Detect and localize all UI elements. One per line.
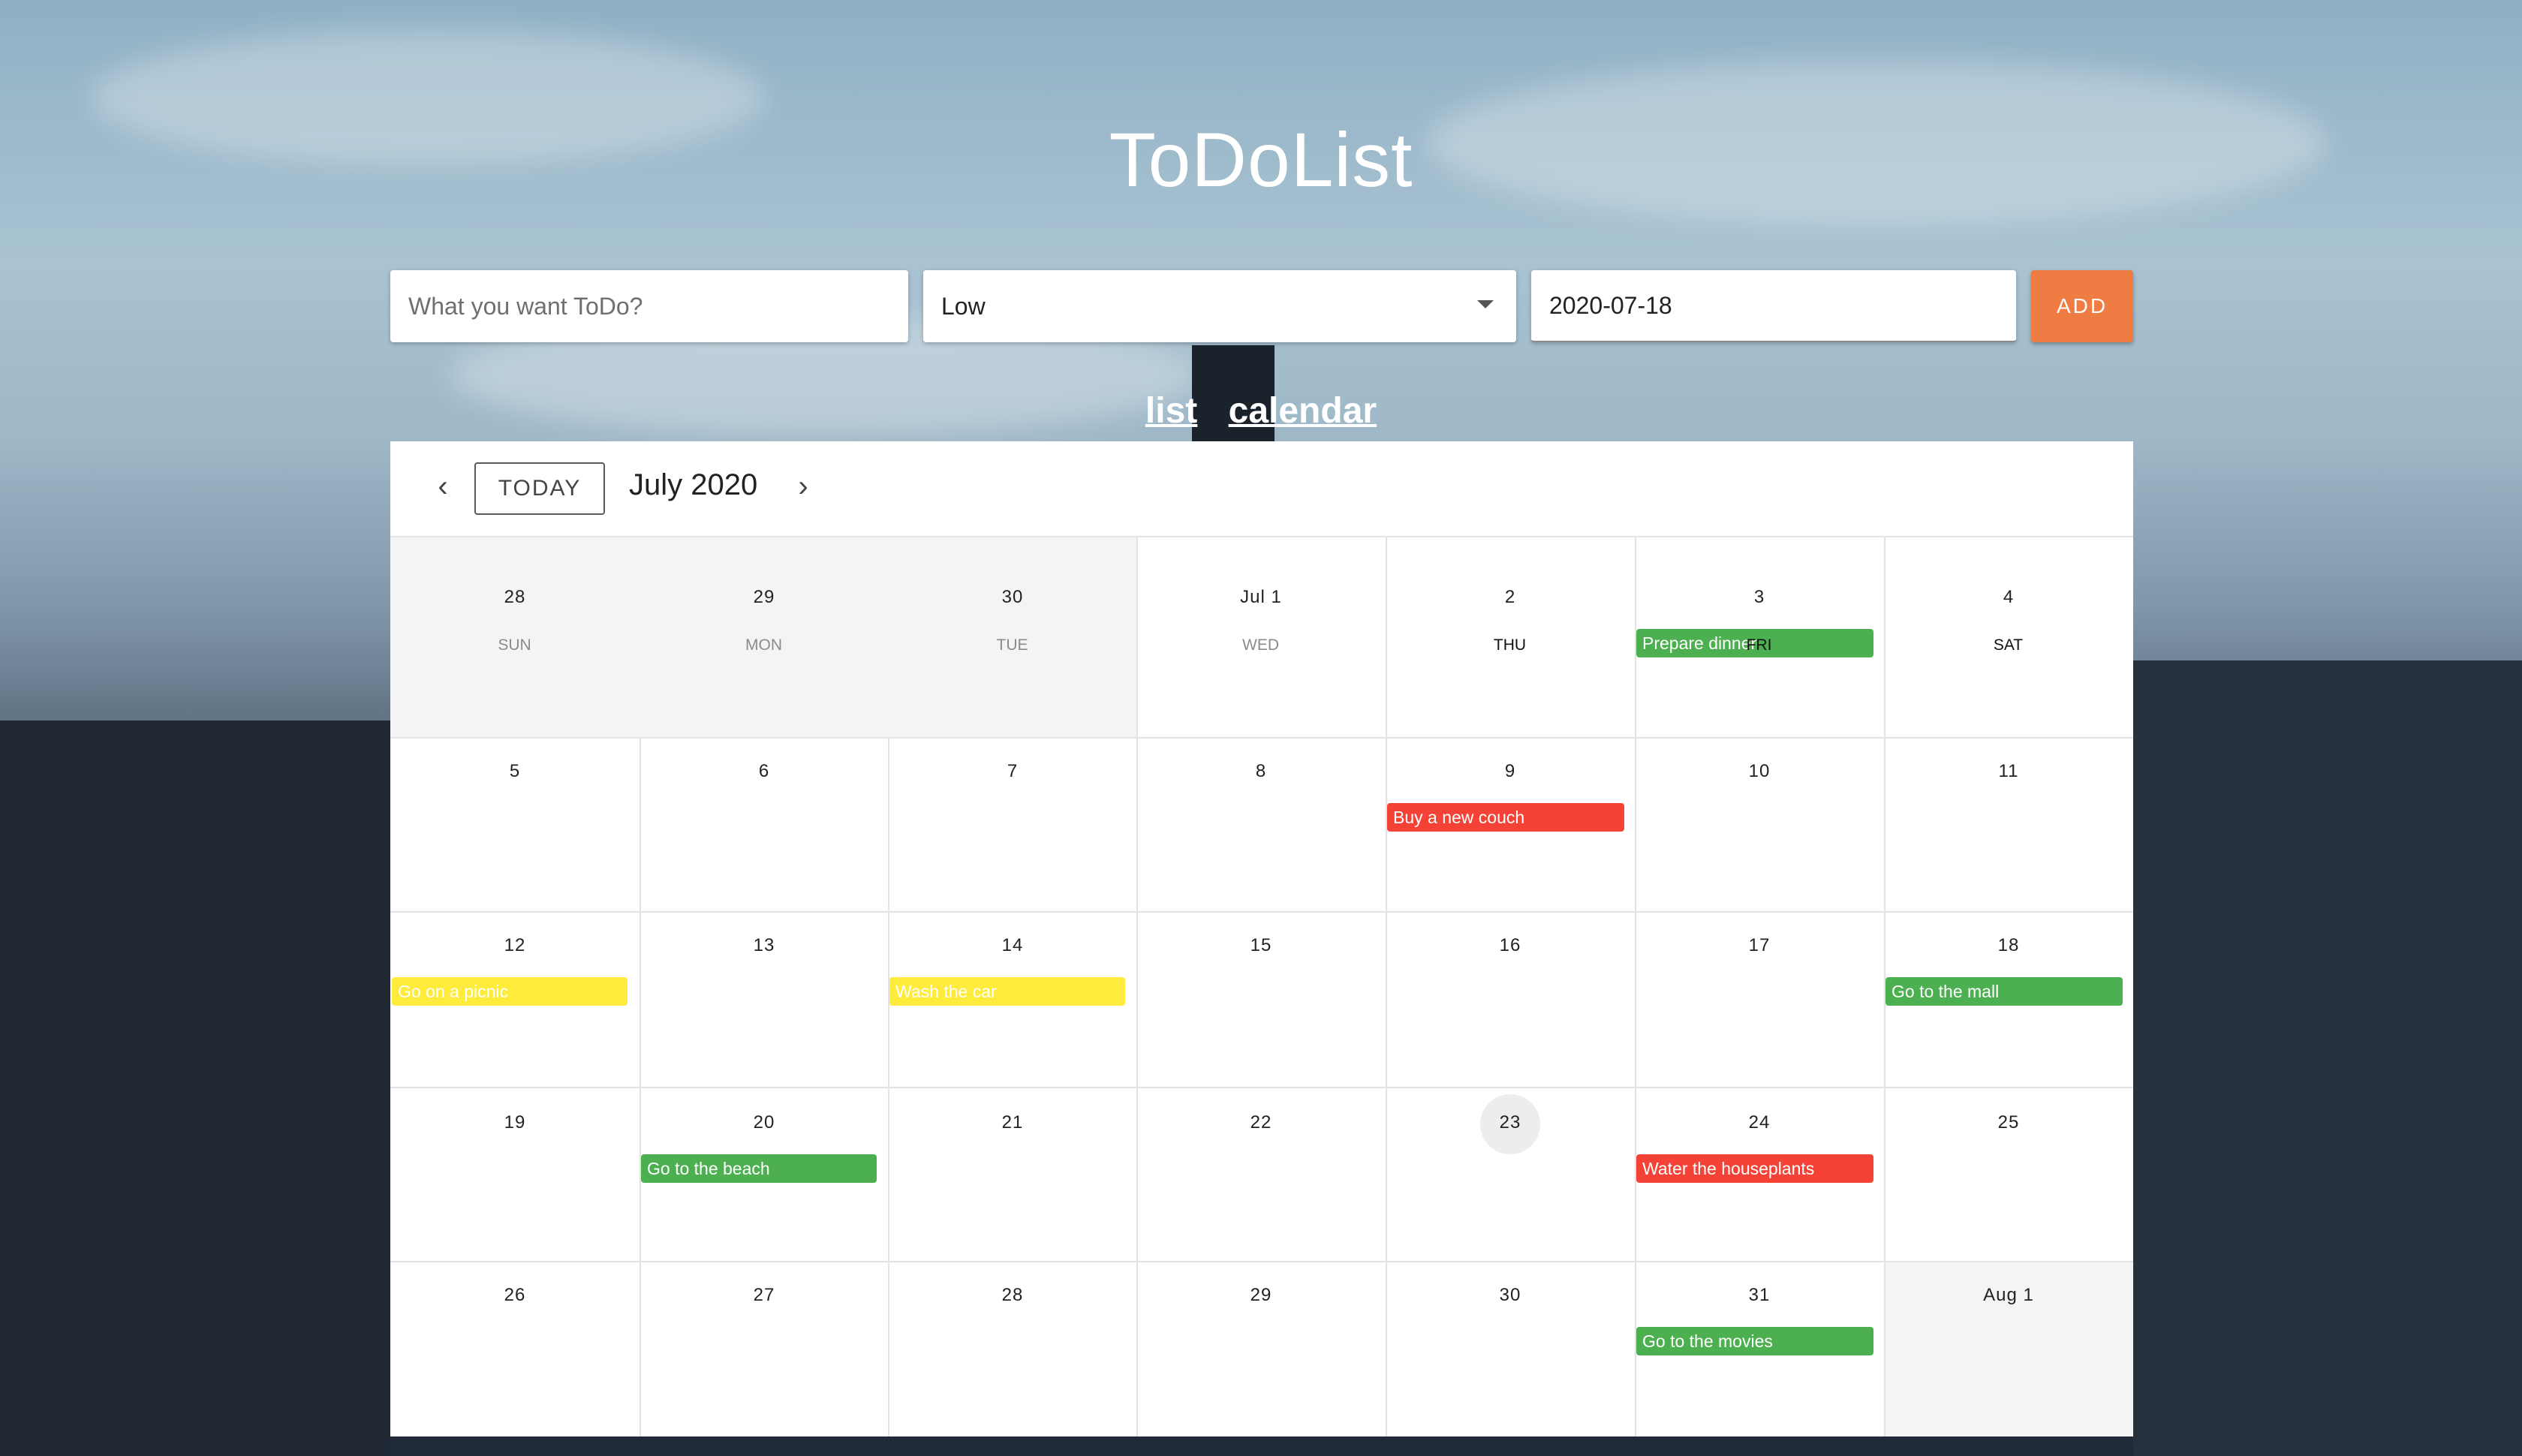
- day-number: 10: [1748, 761, 1771, 781]
- day-number: 20: [753, 1112, 775, 1133]
- day-number: 28: [1001, 1285, 1024, 1305]
- day-number: 26: [504, 1285, 526, 1305]
- background-building: [0, 720, 390, 1456]
- calendar-toolbar: ‹ TODAY July 2020 ›: [390, 441, 2133, 537]
- chevron-right-icon[interactable]: ›: [788, 470, 818, 504]
- background-building: [2133, 660, 2522, 1456]
- day-number: 23: [1499, 1112, 1521, 1133]
- task-input[interactable]: [390, 270, 908, 342]
- month-label: July 2020: [629, 468, 758, 501]
- day-number: 27: [753, 1285, 775, 1305]
- calendar-week: 12 13 14 15 16 17 18 Go on a picnic Wash…: [390, 913, 2133, 1088]
- day-number: 29: [1250, 1285, 1272, 1305]
- day-number: 24: [1748, 1112, 1771, 1133]
- day-number: Aug 1: [1983, 1285, 2034, 1305]
- add-button[interactable]: ADD: [2031, 270, 2133, 342]
- day-number: 16: [1499, 935, 1521, 955]
- calendar-week: 5 6 7 8 9 10 11 Buy a new couch: [390, 739, 2133, 913]
- day-number: 17: [1748, 935, 1771, 955]
- priority-value: Low: [941, 292, 986, 320]
- weekday-label: WED: [1242, 636, 1279, 654]
- day-number: 4: [2003, 587, 2015, 607]
- day-number: 2: [1504, 587, 1516, 607]
- day-number: 30: [1001, 587, 1024, 607]
- day-number: 5: [509, 761, 521, 781]
- day-number: 7: [1007, 761, 1019, 781]
- day-number: 14: [1001, 935, 1024, 955]
- day-number: 18: [1997, 935, 2020, 955]
- event-chip[interactable]: Go to the mall: [1885, 977, 2123, 1006]
- event-chip[interactable]: Wash the car: [889, 977, 1125, 1006]
- event-chip[interactable]: Go on a picnic: [392, 977, 627, 1006]
- calendar-view-link[interactable]: calendar: [1229, 391, 1377, 431]
- day-number: 28: [504, 587, 526, 607]
- date-input[interactable]: [1531, 270, 2016, 341]
- day-number: 3: [1753, 587, 1765, 607]
- view-toggle: list calendar: [0, 390, 2522, 432]
- day-number: 9: [1504, 761, 1516, 781]
- calendar: ‹ TODAY July 2020 › 28 29 30 Jul 1 2 3 4…: [390, 441, 2133, 1436]
- weekday-label: THU: [1493, 636, 1527, 654]
- weekday-label: MON: [745, 636, 782, 654]
- day-number: Jul 1: [1240, 587, 1282, 607]
- event-chip[interactable]: Water the houseplants: [1636, 1154, 1873, 1183]
- app-title: ToDoList: [1109, 117, 1413, 203]
- caret-down-icon: [1477, 300, 1494, 308]
- weekday-label: TUE: [996, 636, 1028, 654]
- weekday-header: SUN MON TUE WED THU FRI SAT: [390, 633, 2133, 656]
- day-number: 8: [1255, 761, 1267, 781]
- add-todo-form: Low ADD: [390, 270, 2133, 342]
- day-number: 25: [1997, 1112, 2020, 1133]
- day-number: 30: [1499, 1285, 1521, 1305]
- weekday-label: FRI: [1746, 636, 1772, 654]
- today-button[interactable]: TODAY: [474, 462, 605, 515]
- day-number: 31: [1748, 1285, 1771, 1305]
- weekday-label: SAT: [1993, 636, 2024, 654]
- day-number: 13: [753, 935, 775, 955]
- day-number: 11: [1998, 761, 2019, 781]
- day-number: 6: [758, 761, 770, 781]
- task-field: [390, 270, 908, 342]
- priority-select[interactable]: Low: [923, 270, 1516, 342]
- event-chip[interactable]: Go to the beach: [641, 1154, 877, 1183]
- day-number: 15: [1250, 935, 1272, 955]
- day-number: 21: [1001, 1112, 1024, 1133]
- day-number: 12: [504, 935, 526, 955]
- weekday-label: SUN: [498, 636, 531, 654]
- day-number: 19: [504, 1112, 526, 1133]
- chevron-left-icon[interactable]: ‹: [428, 470, 458, 504]
- calendar-week: 26 27 28 29 30 31 Aug 1 Go to the movies: [390, 1262, 2133, 1436]
- event-chip[interactable]: Go to the movies: [1636, 1327, 1873, 1355]
- event-chip[interactable]: Buy a new couch: [1387, 803, 1624, 832]
- calendar-week: 19 20 21 22 23 24 25 Go to the beach Wat…: [390, 1088, 2133, 1262]
- list-view-link[interactable]: list: [1145, 391, 1197, 431]
- day-number: 22: [1250, 1112, 1272, 1133]
- day-number: 29: [753, 587, 775, 607]
- date-field: [1531, 270, 2016, 342]
